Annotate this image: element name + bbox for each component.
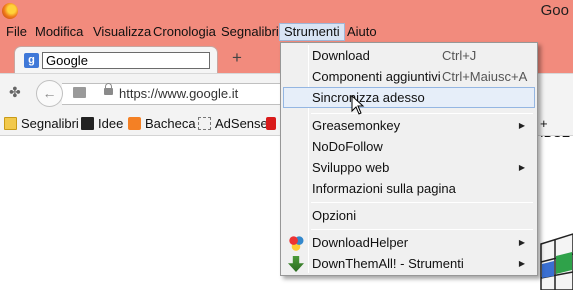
bookmark-adsense[interactable]: AdSense	[198, 115, 268, 132]
menu-item-label: Sviluppo web	[312, 160, 390, 175]
submenu-arrow-icon: ▶	[518, 259, 525, 268]
menu-item-shortcut: Ctrl+J	[442, 48, 477, 63]
submenu-arrow-icon: ▶	[518, 163, 525, 172]
menu-item-label: Sincronizza adesso	[312, 90, 425, 105]
folder-icon	[4, 117, 17, 130]
menu-item-label: Greasemonkey	[312, 118, 401, 133]
menu-item-opzioni[interactable]: Opzioni	[283, 205, 535, 226]
dashed-box-icon	[198, 117, 211, 130]
bookmark-youtube[interactable]	[266, 115, 280, 132]
url-text[interactable]: https://www.google.it	[119, 86, 238, 101]
menu-item-shortcut: Ctrl+Maiusc+A	[442, 69, 528, 84]
bookmark-label: AdSense	[215, 116, 268, 131]
submenu-arrow-icon: ▶	[518, 121, 525, 130]
menu-item-downloadhelper[interactable]: DownloadHelper ▶	[283, 232, 535, 253]
back-arrow-icon: ←	[42, 85, 57, 101]
menu-visualizza[interactable]: Visualizza	[89, 24, 155, 42]
menu-item-label: DownloadHelper	[312, 235, 409, 250]
firefox-logo-icon[interactable]	[2, 3, 18, 19]
menu-item-label: NoDoFollow	[312, 139, 383, 154]
new-tab-button[interactable]: +	[229, 49, 245, 66]
title-bar: Goo	[0, 0, 573, 22]
menu-file[interactable]: File	[2, 24, 31, 42]
google-favicon-icon: g	[24, 53, 39, 68]
menu-item-download[interactable]: Download Ctrl+J	[283, 45, 535, 66]
menu-strumenti[interactable]: Strumenti	[279, 23, 345, 41]
menu-item-greasemonkey[interactable]: Greasemonkey ▶	[283, 115, 535, 136]
lock-icon[interactable]	[104, 83, 113, 95]
menu-segnalibri[interactable]: Segnalibri	[217, 24, 283, 42]
menu-item-informazioni-pagina[interactable]: Informazioni sulla pagina	[283, 178, 535, 199]
menu-separator	[311, 229, 533, 230]
tab-groups-icon[interactable]	[73, 87, 86, 98]
menu-aiuto[interactable]: Aiuto	[343, 24, 381, 42]
rubiks-cube-image	[540, 233, 573, 290]
submenu-arrow-icon: ▶	[518, 238, 525, 247]
mouse-cursor-icon	[351, 95, 365, 115]
menu-item-componenti-aggiuntivi[interactable]: Componenti aggiuntivi Ctrl+Maiusc+A	[283, 66, 535, 87]
menu-item-sviluppo-web[interactable]: Sviluppo web ▶	[283, 157, 535, 178]
bookmark-bacheca[interactable]: Bacheca	[128, 115, 196, 132]
window-title: Goo	[540, 2, 569, 19]
bookmark-segnalibri[interactable]: Segnalibri	[4, 115, 79, 132]
downloadhelper-icon	[288, 235, 304, 251]
tab-google[interactable]: g Google	[14, 46, 218, 74]
bookmark-label: Bacheca	[145, 116, 196, 131]
addon-icon[interactable]: ✤	[9, 85, 23, 99]
bookmark-idee[interactable]: Idee	[81, 115, 123, 132]
bookmark-ipce[interactable]: + IPCE	[540, 115, 573, 148]
bookmark-label: Idee	[98, 116, 124, 131]
menu-item-sincronizza-adesso[interactable]: Sincronizza adesso	[283, 87, 535, 108]
bookmark-label: Segnalibri	[21, 116, 79, 131]
tab-title: Google	[42, 52, 210, 69]
menu-item-label: Opzioni	[312, 208, 357, 223]
youtube-icon	[266, 117, 276, 130]
menu-item-label: Informazioni sulla pagina	[312, 181, 456, 196]
strumenti-dropdown-menu: Download Ctrl+J Componenti aggiuntivi Ct…	[280, 42, 538, 276]
menu-item-label: Componenti aggiuntivi	[312, 69, 441, 84]
menu-bar: File Modifica Visualizza Cronologia Segn…	[0, 22, 573, 43]
menu-cronologia[interactable]: Cronologia	[149, 24, 220, 42]
menu-modifica[interactable]: Modifica	[31, 24, 87, 42]
menu-item-nodofollow[interactable]: NoDoFollow	[283, 136, 535, 157]
menu-item-downthemall[interactable]: DownThemAll! - Strumenti ▶	[283, 253, 535, 274]
menu-separator	[311, 202, 533, 203]
downthemall-icon	[288, 256, 304, 272]
menu-item-label: DownThemAll! - Strumenti	[312, 256, 464, 271]
menu-item-label: Download	[312, 48, 370, 63]
back-button[interactable]: ←	[36, 80, 63, 107]
blogger-icon	[128, 117, 141, 130]
monitor-icon	[81, 117, 94, 130]
menu-separator	[311, 113, 533, 114]
